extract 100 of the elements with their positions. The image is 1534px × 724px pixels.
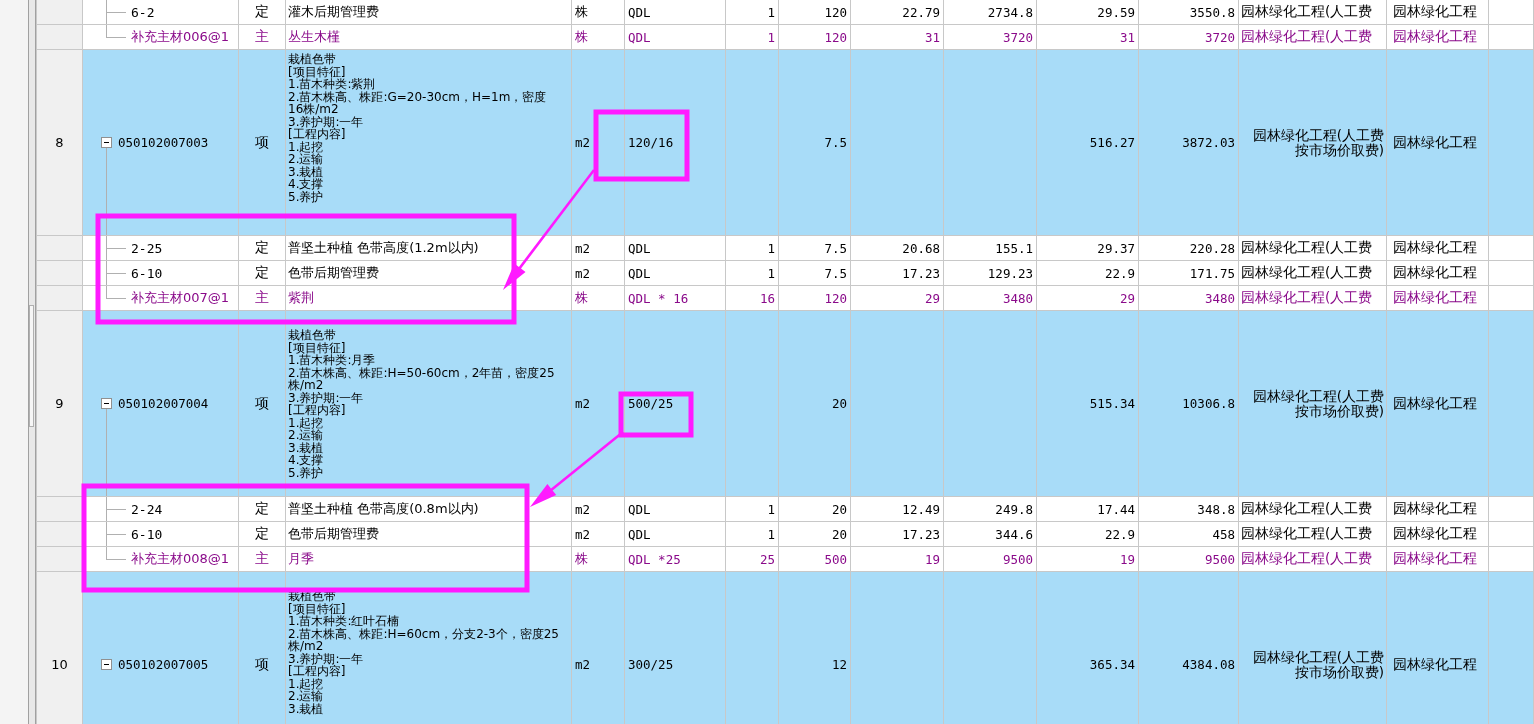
description-cell: 色带后期管理费 (286, 522, 572, 547)
formula-cell: 120/16 (625, 50, 726, 236)
number-cell: 155.1 (944, 236, 1037, 261)
code-cell: 050102007005 (118, 657, 209, 672)
category-cell: 园林绿化工程(人工费 (1239, 0, 1387, 25)
number-cell: 220.28 (1139, 236, 1239, 261)
table-cell (1489, 497, 1534, 522)
table-cell (1489, 236, 1534, 261)
code-cell: 6-10 (131, 265, 163, 281)
category-cell: 园林绿化工程(人工费按市场价取费) (1239, 311, 1387, 497)
number-cell: 171.75 (1139, 261, 1239, 286)
number-cell: 22.9 (1037, 261, 1139, 286)
code-cell: 补充主材008@1 (131, 550, 230, 568)
formula-cell: 500/25 (625, 311, 726, 497)
description-cell: 灌木后期管理费 (286, 0, 572, 25)
number-cell: 12.49 (851, 497, 944, 522)
category-cell: 园林绿化工程(人工费按市场价取费) (1239, 50, 1387, 236)
type-cell: 定 (239, 497, 286, 522)
number-cell: 2734.8 (944, 0, 1037, 25)
unit-cell: 株 (572, 0, 625, 25)
row-header-cell: 9 (37, 311, 83, 497)
number-cell: 20.68 (851, 236, 944, 261)
number-cell: 7.5 (779, 261, 851, 286)
type-cell: 定 (239, 0, 286, 25)
unit-cell: m2 (572, 236, 625, 261)
unit-cell: m2 (572, 261, 625, 286)
formula-cell: QDL (625, 236, 726, 261)
table-cell (1489, 0, 1534, 25)
specialty-cell: 园林绿化工程 (1387, 261, 1489, 286)
number-cell: 17.44 (1037, 497, 1139, 522)
type-cell: 定 (239, 236, 286, 261)
number-cell: 12 (779, 572, 851, 724)
number-cell: 249.8 (944, 497, 1037, 522)
number-cell: 10306.8 (1139, 311, 1239, 497)
number-cell: 1 (726, 236, 779, 261)
code-cell: 050102007003 (118, 135, 209, 150)
formula-cell: 300/25 (625, 572, 726, 724)
row-header-cell: 8 (37, 50, 83, 236)
number-cell: 1 (726, 261, 779, 286)
description-cell: 栽植色带 [项目特征] 1.苗木种类:月季 2.苗木株高、株距:H=50-60cm，2年苗，密度25株/m2 3.养护期:一年 [工程内容] 1.起挖 2.运输 3.栽植 4.支撑 5.养护 (286, 311, 572, 497)
description-cell: 栽植色带 [项目特征] 1.苗木种类:紫荆 2.苗木株高、株距:G=20-30cm，H=1m，密度16株/m2 3.养护期:一年 [工程内容] 1.起挖 2.运输 3.栽植 4.支撑 5.养护 (286, 50, 572, 236)
category-cell: 园林绿化工程(人工费 (1239, 522, 1387, 547)
number-cell: 516.27 (1037, 50, 1139, 236)
number-cell: 1 (726, 522, 779, 547)
specialty-cell: 园林绿化工程 (1387, 522, 1489, 547)
specialty-cell: 园林绿化工程 (1387, 0, 1489, 25)
code-cell: 050102007004 (118, 396, 209, 411)
number-cell: 3872.03 (1139, 50, 1239, 236)
unit-cell: m2 (572, 497, 625, 522)
number-cell: 20 (779, 311, 851, 497)
specialty-cell: 园林绿化工程 (1387, 50, 1489, 236)
number-cell: 365.34 (1037, 572, 1139, 724)
number-cell: 120 (779, 0, 851, 25)
unit-cell: m2 (572, 50, 625, 236)
number-cell: 17.23 (851, 261, 944, 286)
number-cell: 7.5 (779, 50, 851, 236)
formula-cell: QDL (625, 522, 726, 547)
formula-cell: QDL (625, 261, 726, 286)
number-cell: 17.23 (851, 522, 944, 547)
table-cell (1489, 522, 1534, 547)
number-cell: 20 (779, 497, 851, 522)
specialty-cell: 园林绿化工程 (1387, 572, 1489, 724)
number-cell: 22.9 (1037, 522, 1139, 547)
collapse-icon[interactable] (101, 659, 112, 670)
specialty-cell: 园林绿化工程 (1387, 311, 1489, 497)
category-cell: 园林绿化工程(人工费按市场价取费) (1239, 572, 1387, 724)
specialty-cell: 园林绿化工程 (1387, 497, 1489, 522)
number-cell: 7.5 (779, 236, 851, 261)
number-cell: 129.23 (944, 261, 1037, 286)
number-cell: 29.37 (1037, 236, 1139, 261)
code-cell: 6-10 (131, 526, 163, 542)
collapse-icon[interactable] (101, 398, 112, 409)
type-cell: 定 (239, 261, 286, 286)
type-cell: 项 (239, 572, 286, 724)
number-cell: 4384.08 (1139, 572, 1239, 724)
number-cell: 3550.8 (1139, 0, 1239, 25)
row-header-cell: 10 (37, 572, 83, 724)
number-cell: 458 (1139, 522, 1239, 547)
code-cell: 2-25 (131, 240, 163, 256)
formula-cell: QDL (625, 0, 726, 25)
type-cell: 定 (239, 522, 286, 547)
formula-cell: QDL (625, 497, 726, 522)
number-cell: 29.59 (1037, 0, 1139, 25)
category-cell: 园林绿化工程(人工费 (1239, 497, 1387, 522)
number-cell: 20 (779, 522, 851, 547)
collapse-icon[interactable] (101, 137, 112, 148)
unit-cell: m2 (572, 522, 625, 547)
type-cell: 项 (239, 50, 286, 236)
number-cell: 515.34 (1037, 311, 1139, 497)
category-cell: 园林绿化工程(人工费 (1239, 261, 1387, 286)
code-cell: 2-24 (131, 501, 163, 517)
unit-cell: m2 (572, 311, 625, 497)
table-cell (1489, 261, 1534, 286)
code-cell: 补充主材007@1 (131, 289, 230, 307)
category-cell: 园林绿化工程(人工费 (1239, 236, 1387, 261)
specialty-cell: 园林绿化工程 (1387, 236, 1489, 261)
code-cell: 6-2 (131, 4, 155, 20)
code-cell: 补充主材006@1 (131, 28, 230, 46)
number-cell: 1 (726, 0, 779, 25)
number-cell: 348.8 (1139, 497, 1239, 522)
